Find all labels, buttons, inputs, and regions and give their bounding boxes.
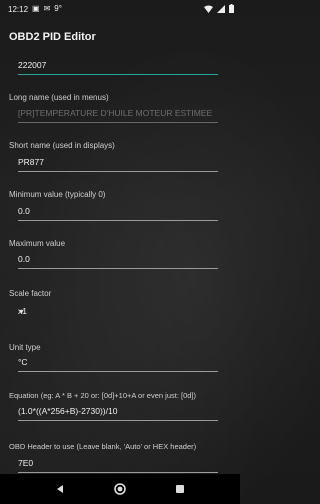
navigation-bar — [0, 474, 240, 504]
pid-editor-form: 222007 Long name (used in menus) [PR]TEM… — [0, 56, 240, 473]
recents-button[interactable] — [173, 482, 187, 496]
home-icon — [114, 483, 126, 495]
app-bar: OBD2 PID Editor — [0, 18, 240, 56]
scale-factor-dropdown[interactable]: x1 ▼ — [18, 302, 218, 321]
app-title: OBD2 PID Editor — [9, 31, 96, 43]
pid-field[interactable]: 222007 — [18, 56, 218, 75]
obd-header-label: OBD Header to use (Leave blank, 'Auto' o… — [9, 442, 197, 451]
long-name-value: [PR]TEMPERATURE D'HUILE MOTEUR ESTIMEE — [18, 108, 213, 118]
long-name-field: [PR]TEMPERATURE D'HUILE MOTEUR ESTIMEE — [18, 104, 218, 123]
equation-value: (1.0*((A*256+B)-2730))/10 — [18, 406, 118, 416]
unit-type-value: °C — [18, 357, 28, 367]
obd-header-field[interactable]: 7E0 — [18, 454, 218, 473]
dropdown-arrow-icon: ▼ — [18, 309, 25, 316]
notification-icon: ▣ — [32, 4, 40, 13]
signal-icon — [217, 4, 225, 13]
back-button[interactable] — [53, 482, 67, 496]
home-button[interactable] — [113, 482, 127, 496]
max-value: 0.0 — [18, 254, 30, 264]
max-value-field[interactable]: 0.0 — [18, 250, 218, 269]
short-name-value: PR877 — [18, 157, 44, 167]
equation-label: Equation (eg: A * B + 20 or: [0d]+10+A o… — [9, 391, 197, 400]
min-value: 0.0 — [18, 206, 30, 216]
unit-type-label: Unit type — [9, 343, 41, 352]
short-name-field[interactable]: PR877 — [18, 153, 218, 172]
wifi-icon — [204, 5, 213, 13]
back-icon — [57, 485, 63, 493]
status-extra: 9° — [54, 4, 62, 13]
status-time: 12:12 — [8, 4, 29, 14]
max-value-label: Maximum value — [9, 239, 66, 248]
scale-factor-label: Scale factor — [9, 289, 52, 298]
min-value-field[interactable]: 0.0 — [18, 202, 218, 221]
equation-field[interactable]: (1.0*((A*256+B)-2730))/10 — [18, 402, 218, 421]
recents-icon — [176, 485, 184, 493]
min-value-label: Minimum value (typically 0) — [9, 190, 106, 199]
pid-value: 222007 — [18, 60, 47, 70]
short-name-label: Short name (used in displays) — [9, 141, 115, 150]
status-bar: 12:12 ▣ ✉ 9° — [0, 0, 240, 18]
unit-type-field[interactable]: °C — [18, 353, 218, 372]
battery-icon — [229, 4, 234, 13]
obd-header-value: 7E0 — [18, 458, 34, 468]
long-name-label: Long name (used in menus) — [9, 93, 109, 102]
message-icon: ✉ — [43, 4, 51, 13]
